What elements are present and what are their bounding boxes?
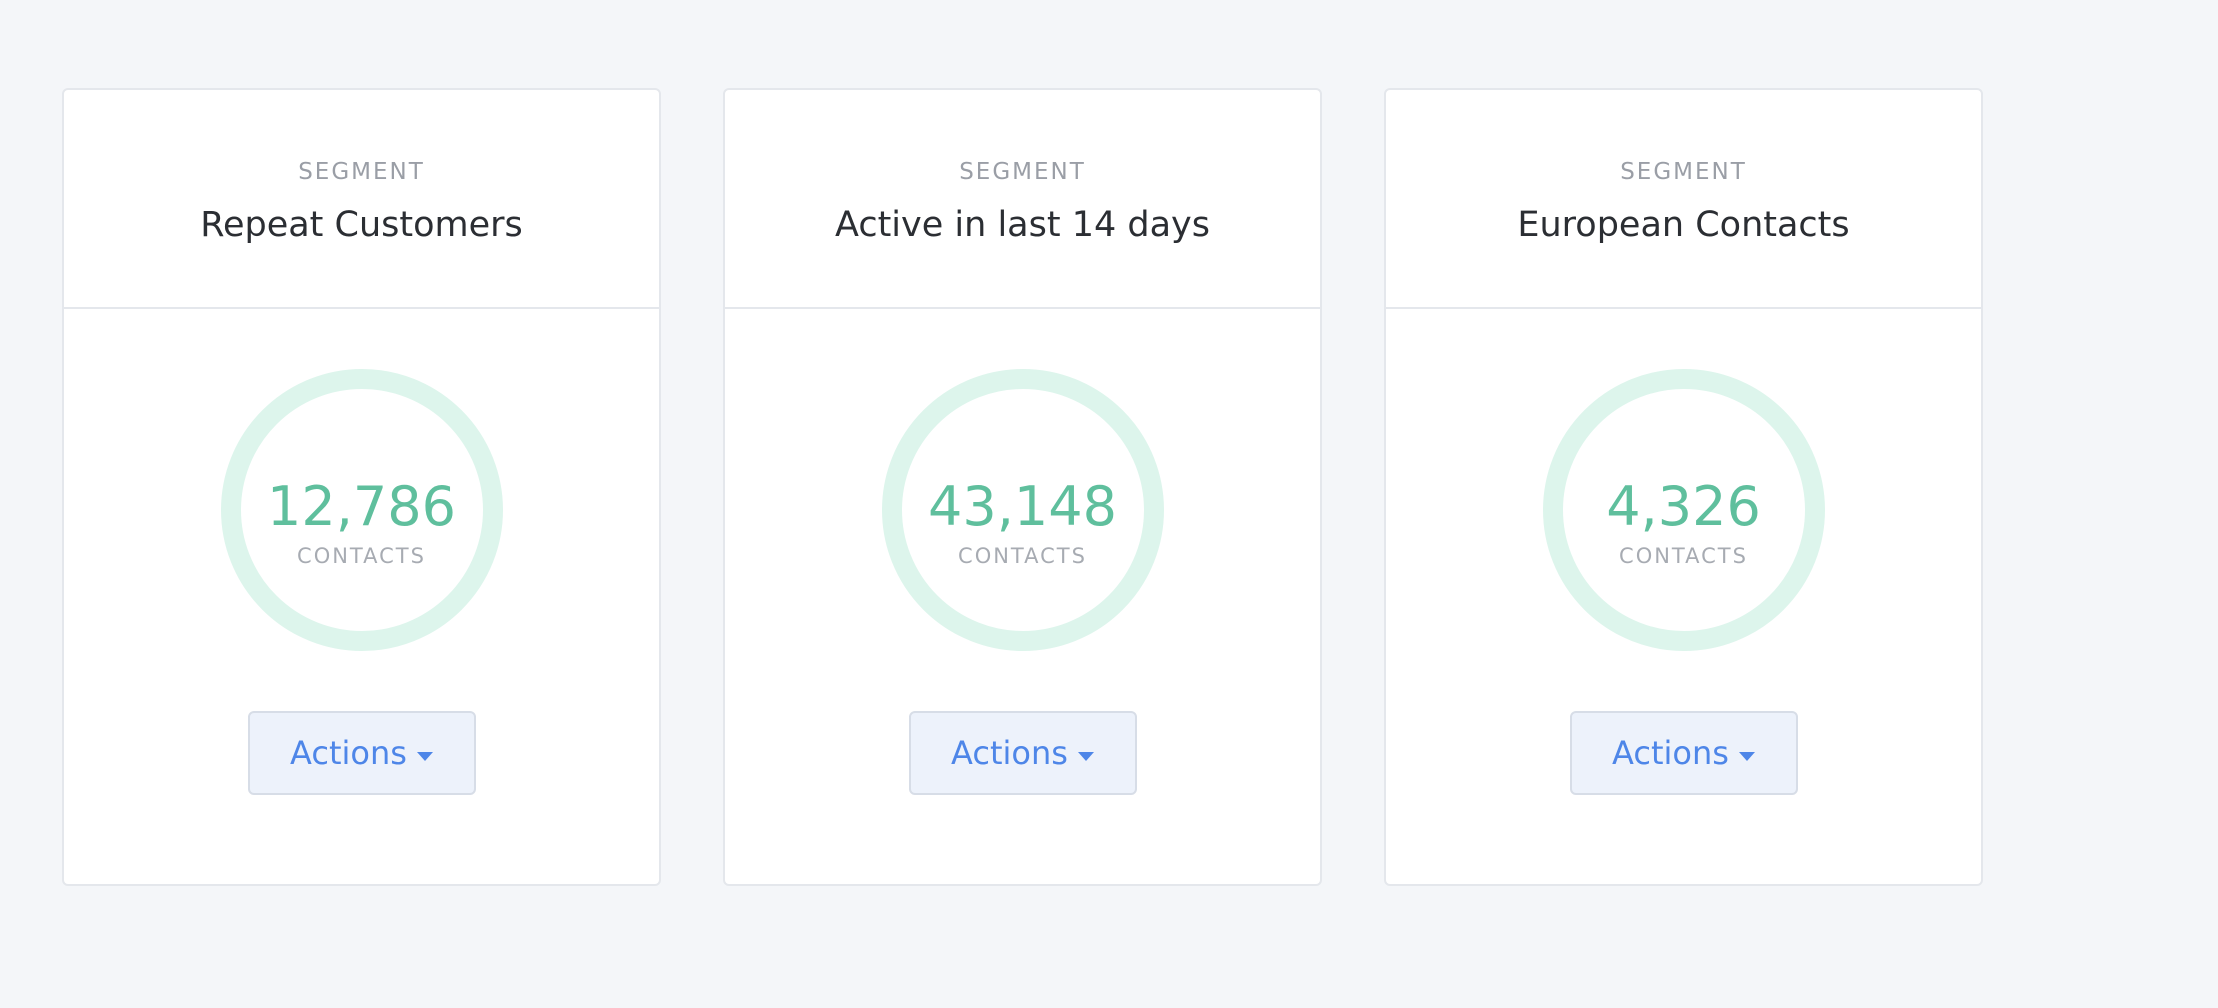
actions-button[interactable]: Actions bbox=[247, 711, 476, 795]
caret-down-icon bbox=[416, 751, 433, 761]
contacts-label: CONTACTS bbox=[1619, 544, 1748, 568]
segment-card: SEGMENT Repeat Customers 12,786 CONTACTS… bbox=[62, 88, 661, 886]
segment-eyebrow: SEGMENT bbox=[959, 159, 1086, 185]
actions-button-label: Actions bbox=[290, 734, 407, 772]
segment-title: Repeat Customers bbox=[200, 205, 523, 245]
contacts-label: CONTACTS bbox=[297, 544, 426, 568]
contacts-count: 4,326 bbox=[1606, 475, 1761, 538]
segment-card-list: SEGMENT Repeat Customers 12,786 CONTACTS… bbox=[62, 88, 1983, 886]
caret-down-icon bbox=[1077, 751, 1094, 761]
actions-button[interactable]: Actions bbox=[908, 711, 1137, 795]
segment-eyebrow: SEGMENT bbox=[1620, 159, 1747, 185]
contacts-label: CONTACTS bbox=[958, 544, 1087, 568]
contacts-count: 12,786 bbox=[267, 475, 456, 538]
segment-card-body: 43,148 CONTACTS Actions bbox=[725, 309, 1320, 886]
segment-eyebrow: SEGMENT bbox=[298, 159, 425, 185]
segment-card: SEGMENT Active in last 14 days 43,148 CO… bbox=[723, 88, 1322, 886]
segment-card-header: SEGMENT Active in last 14 days bbox=[725, 90, 1320, 309]
actions-button-label: Actions bbox=[951, 734, 1068, 772]
caret-down-icon bbox=[1738, 751, 1755, 761]
segment-title: European Contacts bbox=[1517, 205, 1850, 245]
contacts-ring: 43,148 CONTACTS bbox=[881, 369, 1164, 651]
segment-card-body: 4,326 CONTACTS Actions bbox=[1386, 309, 1981, 886]
segment-title: Active in last 14 days bbox=[835, 205, 1210, 245]
contacts-ring: 4,326 CONTACTS bbox=[1542, 369, 1825, 651]
segment-card-body: 12,786 CONTACTS Actions bbox=[64, 309, 659, 886]
segment-card: SEGMENT European Contacts 4,326 CONTACTS… bbox=[1384, 88, 1983, 886]
actions-button[interactable]: Actions bbox=[1569, 711, 1798, 795]
segment-card-header: SEGMENT European Contacts bbox=[1386, 90, 1981, 309]
segment-card-header: SEGMENT Repeat Customers bbox=[64, 90, 659, 309]
contacts-count: 43,148 bbox=[928, 475, 1117, 538]
contacts-ring: 12,786 CONTACTS bbox=[220, 369, 503, 651]
actions-button-label: Actions bbox=[1612, 734, 1729, 772]
